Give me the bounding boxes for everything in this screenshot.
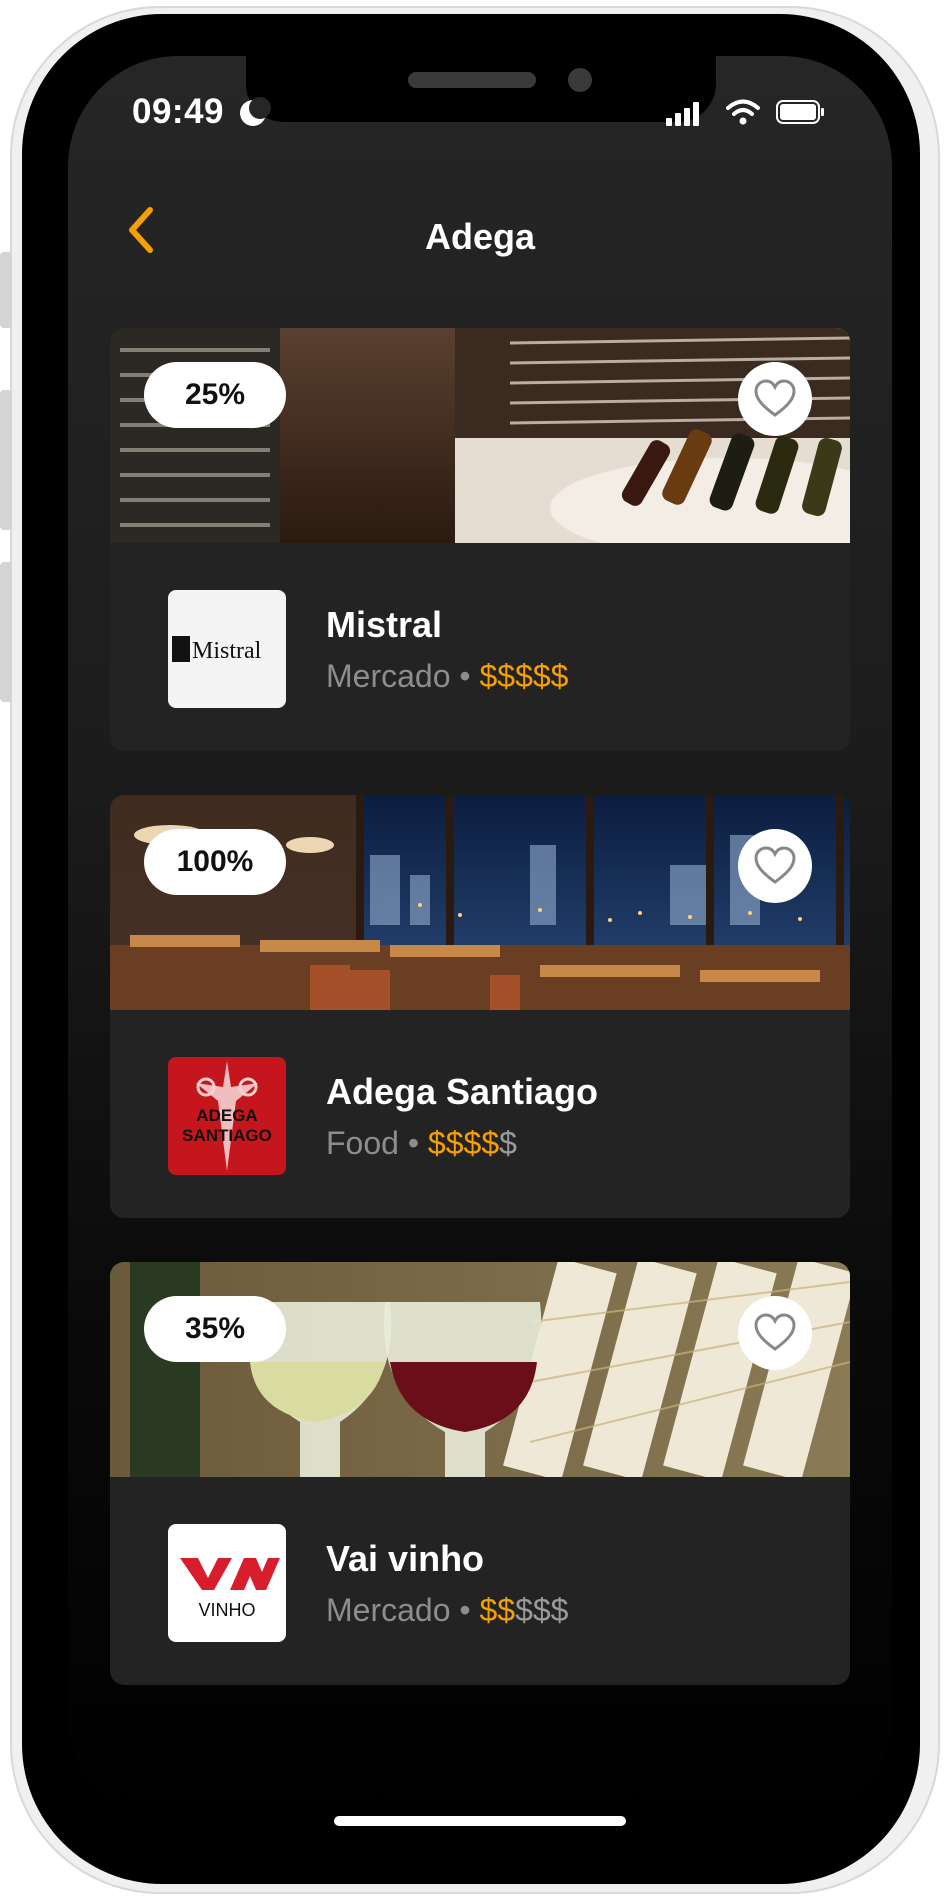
price-inactive: $: [499, 1125, 517, 1161]
place-card[interactable]: 35% VINHO Vai vinho Mercado • $$$$$: [110, 1262, 850, 1685]
heart-outline-icon: [754, 379, 796, 417]
logo-text: VINHO: [198, 1600, 255, 1620]
place-meta: Mercado • $$$$$: [326, 1592, 568, 1629]
phone-side-button: [0, 390, 12, 530]
logo-text: ADEGA: [196, 1106, 257, 1125]
phone-side-button: [0, 252, 12, 328]
logo-text: SANTIAGO: [182, 1126, 272, 1145]
place-meta: Food • $$$$$: [326, 1125, 517, 1162]
place-card[interactable]: 100% ADEGA SANTIAGO Adega Santiago Food …: [110, 795, 850, 1218]
discount-badge: 35%: [144, 1296, 286, 1362]
place-logo: Mistral: [168, 590, 286, 708]
price-active: $$$$: [427, 1125, 500, 1161]
phone-side-button: [0, 562, 12, 702]
place-name: Vai vinho: [326, 1538, 485, 1579]
separator: •: [407, 1125, 420, 1161]
page-title: Adega: [424, 216, 536, 257]
favorite-button[interactable]: [738, 829, 812, 903]
place-meta: Mercado • $$$$$: [326, 658, 568, 695]
place-card[interactable]: 25% Mistral Mistral Mercado • $$$$$: [110, 328, 850, 751]
price-inactive: $$$: [515, 1592, 569, 1628]
notch: [246, 56, 716, 122]
place-logo: VINHO: [168, 1524, 286, 1642]
signal-icon: [666, 102, 700, 126]
place-name: Adega Santiago: [326, 1071, 599, 1112]
place-photo: [110, 328, 850, 543]
wifi-icon: [726, 99, 760, 125]
place-category: Mercado: [326, 658, 451, 694]
status-time: 09:49: [132, 92, 225, 131]
price-active: $$$$$: [479, 658, 569, 694]
place-photo: [110, 1262, 850, 1477]
place-logo: ADEGA SANTIAGO: [168, 1057, 286, 1175]
home-indicator[interactable]: [334, 1816, 626, 1826]
place-name: Mistral: [326, 604, 443, 645]
price-active: $$: [479, 1592, 516, 1628]
favorite-button[interactable]: [738, 362, 812, 436]
place-photo: [110, 795, 850, 1010]
discount-badge: 25%: [144, 362, 286, 428]
battery-icon: [776, 100, 824, 124]
moon-icon: [240, 97, 271, 126]
discount-badge: 100%: [144, 829, 286, 895]
favorite-button[interactable]: [738, 1296, 812, 1370]
heart-outline-icon: [754, 1313, 796, 1351]
place-category: Food: [326, 1125, 399, 1161]
place-category: Mercado: [326, 1592, 451, 1628]
heart-outline-icon: [754, 846, 796, 884]
camera: [568, 68, 592, 92]
app-screen: 09:49 Adega 25% Mistral Mistral Mercado …: [68, 56, 892, 1826]
separator: •: [459, 658, 471, 694]
speaker: [408, 72, 536, 88]
separator: •: [459, 1592, 471, 1628]
logo-text: Mistral: [192, 638, 262, 664]
